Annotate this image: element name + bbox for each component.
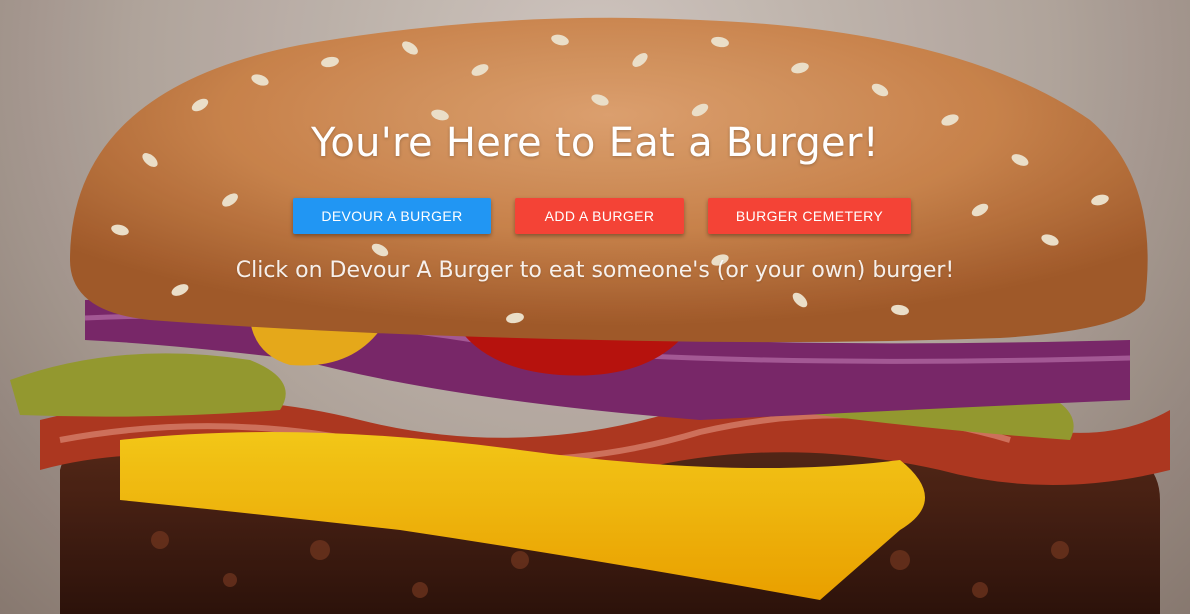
add-burger-button[interactable]: ADD A BURGER [515, 198, 684, 234]
hero-section: You're Here to Eat a Burger! DEVOUR A BU… [0, 0, 1190, 614]
instruction-text: Click on Devour A Burger to eat someone'… [235, 258, 955, 283]
page-title: You're Here to Eat a Burger! [310, 120, 880, 166]
devour-burger-button[interactable]: DEVOUR A BURGER [293, 198, 491, 234]
burger-background-image [0, 0, 1190, 614]
burger-cemetery-button[interactable]: BURGER CEMETERY [708, 198, 911, 234]
